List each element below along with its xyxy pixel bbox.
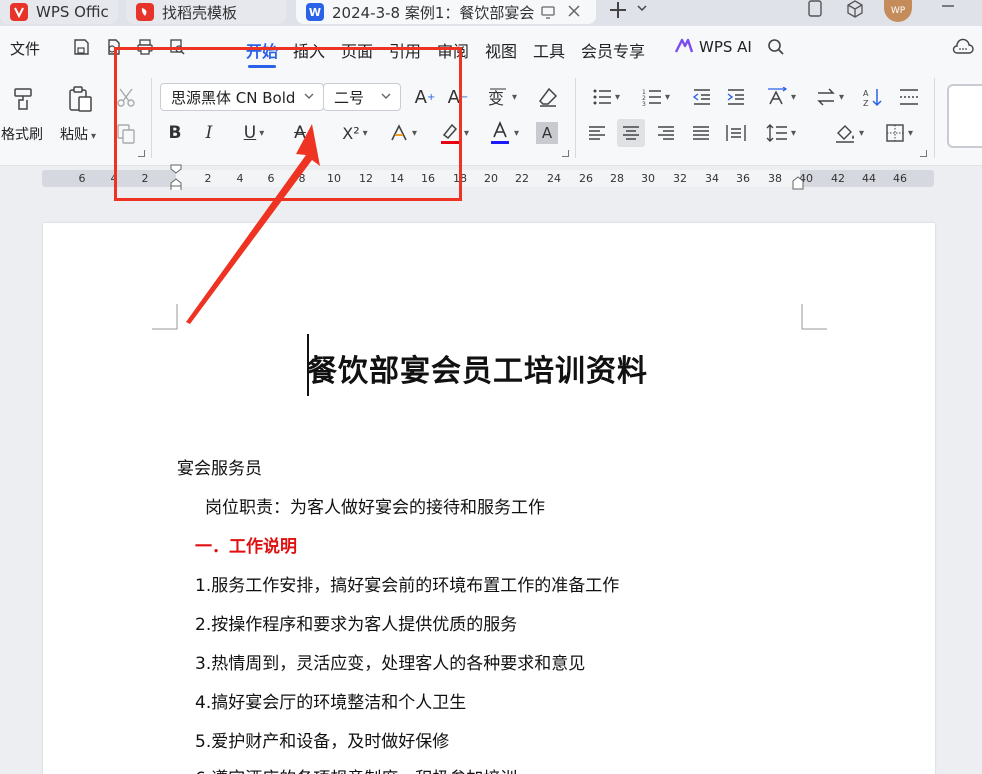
separator <box>575 78 576 158</box>
ruler-tick: 42 <box>831 172 845 185</box>
ruler-tick: 22 <box>515 172 529 185</box>
paste-icon[interactable] <box>64 84 96 114</box>
ruler-tick: 28 <box>610 172 624 185</box>
tab-label: WPS Office <box>36 3 108 21</box>
tablet-icon[interactable] <box>806 0 824 18</box>
borders-icon[interactable]: ▾ <box>880 121 918 145</box>
format-painter-icon[interactable] <box>8 84 38 114</box>
section-heading[interactable]: 一．工作说明 <box>195 532 297 557</box>
ruler-tick: 34 <box>705 172 719 185</box>
ruler-tick: 26 <box>579 172 593 185</box>
doc-line[interactable]: 6.遵守酒店的各项规章制度，积极参加培训 <box>195 764 517 774</box>
doc-line[interactable]: 宴会服务员 <box>177 454 262 479</box>
align-left-icon[interactable] <box>586 121 608 145</box>
cloud-icon[interactable] <box>952 36 974 58</box>
tab-template[interactable]: 找稻壳模板 <box>126 0 286 24</box>
paste-label[interactable]: 粘贴 ▾ <box>60 124 96 144</box>
tab-document[interactable]: W 2024-3-8 案例1：餐饮部宴会 <box>296 0 596 24</box>
svg-text:A: A <box>863 89 869 98</box>
wps-ai-button[interactable]: WPS AI <box>699 38 752 56</box>
distributed-align-icon[interactable] <box>724 121 748 145</box>
page-corner-top-right <box>801 304 827 330</box>
doc-line[interactable]: 4.搞好宴会厅的环境整洁和个人卫生 <box>195 688 466 713</box>
avatar[interactable]: WP <box>884 0 912 22</box>
menu-file[interactable]: 文件 <box>10 38 40 59</box>
paste-text: 粘贴 <box>60 127 88 143</box>
ruler-tick: 6 <box>78 172 86 185</box>
minimize-icon[interactable] <box>940 2 956 12</box>
ruler-tick: 44 <box>862 172 876 185</box>
close-tab-icon[interactable] <box>566 3 582 19</box>
bullet-list-icon[interactable]: ▾ <box>588 84 624 110</box>
monitor-icon[interactable] <box>540 4 556 20</box>
sort-direction-icon[interactable]: ▾ <box>812 84 848 110</box>
ruler-tick: 20 <box>484 172 498 185</box>
doc-line[interactable]: 1.服务工作安排，搞好宴会前的环境布置工作的准备工作 <box>195 571 619 596</box>
clear-formatting-icon[interactable] <box>534 84 562 110</box>
wps-ai-icon[interactable] <box>674 38 694 54</box>
cube-icon[interactable] <box>846 0 864 18</box>
docer-logo-icon <box>136 3 154 21</box>
document-title[interactable]: 餐饮部宴会员工培训资料 <box>307 346 648 390</box>
show-hide-marks-icon[interactable] <box>896 84 922 110</box>
ruler-tick: 36 <box>736 172 750 185</box>
font-color-icon[interactable]: ▾ <box>484 120 524 146</box>
right-indent-marker[interactable] <box>792 176 804 190</box>
ruler-tick: 24 <box>547 172 561 185</box>
title-bar: WPS Office 找稻壳模板 W 2024-3-8 案例1：餐饮部宴会 WP <box>0 0 982 26</box>
shading-icon[interactable]: ▾ <box>830 121 868 145</box>
doc-line[interactable]: 5.爱护财产和设备，及时做好保修 <box>195 727 449 752</box>
character-shading-icon[interactable]: A <box>536 122 558 144</box>
align-right-icon[interactable] <box>655 121 677 145</box>
doc-line[interactable]: 岗位职责：为客人做好宴会的接待和服务工作 <box>205 493 545 518</box>
separator <box>934 78 935 158</box>
annotation-highlight-box <box>114 47 462 201</box>
ruler-tick: 46 <box>893 172 907 185</box>
svg-text:Z: Z <box>863 99 869 107</box>
justify-icon[interactable] <box>690 121 712 145</box>
sort-icon[interactable]: AZ <box>860 84 886 110</box>
doc-line[interactable]: 3.热情周到，灵活应变，处理客人的各种要求和意见 <box>195 649 585 674</box>
numbered-list-icon[interactable]: 1 2 3 ▾ <box>638 84 674 110</box>
tab-label: 找稻壳模板 <box>162 3 238 22</box>
format-painter-label[interactable]: 格式刷 <box>1 124 43 144</box>
doc-line[interactable]: 2.按操作程序和要求为客人提供优质的服务 <box>195 610 517 635</box>
ruler-tick: 32 <box>673 172 687 185</box>
decrease-indent-icon[interactable] <box>690 84 714 110</box>
font-expand-icon[interactable] <box>562 150 569 157</box>
tab-wps-office[interactable]: WPS Office <box>0 0 118 24</box>
svg-text:3: 3 <box>642 101 646 106</box>
search-icon[interactable] <box>765 36 787 58</box>
paragraph-expand-icon[interactable] <box>920 150 927 157</box>
tab-member[interactable]: 会员专享 <box>581 38 645 62</box>
chevron-down-icon[interactable] <box>636 2 648 14</box>
new-tab-icon[interactable] <box>608 0 628 20</box>
tab-tools[interactable]: 工具 <box>533 38 565 62</box>
ruler-tick: 30 <box>641 172 655 185</box>
wps-logo-icon <box>10 3 28 21</box>
line-spacing-icon[interactable]: ▾ <box>762 121 800 145</box>
align-center-icon[interactable] <box>617 119 645 147</box>
text-direction-icon[interactable]: ▾ <box>762 84 800 110</box>
svg-text:变: 变 <box>488 89 504 108</box>
save-icon[interactable] <box>70 36 92 58</box>
increase-indent-icon[interactable] <box>724 84 748 110</box>
phonetic-guide-icon[interactable]: 变 ▾ <box>484 84 520 110</box>
ruler-tick: 38 <box>768 172 782 185</box>
page-corner-top-left <box>152 304 178 330</box>
styles-gallery[interactable] <box>947 84 982 148</box>
writer-logo-icon: W <box>306 3 324 21</box>
tab-label: 2024-3-8 案例1：餐饮部宴会 <box>332 3 535 22</box>
tab-view[interactable]: 视图 <box>485 38 517 62</box>
